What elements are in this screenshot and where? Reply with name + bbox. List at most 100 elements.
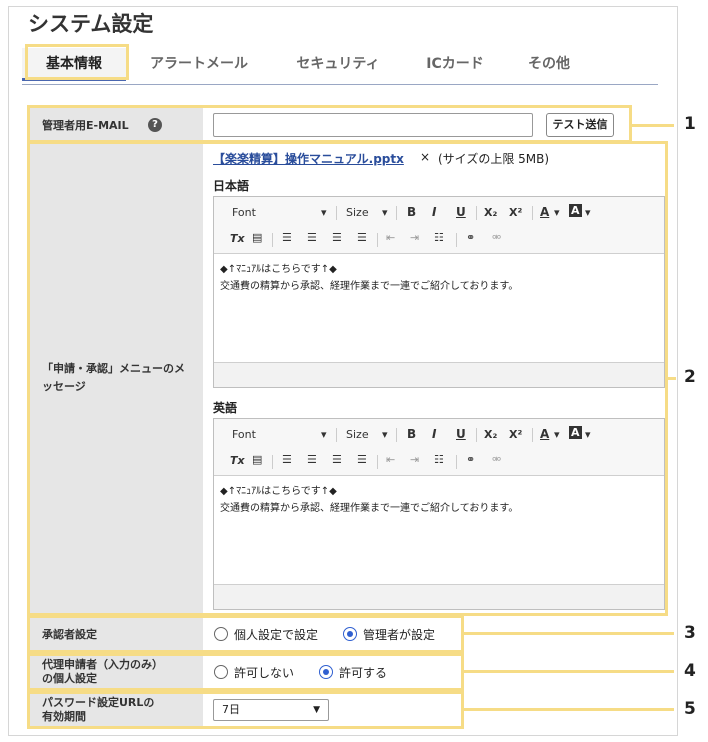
rich-text-editor-ja[interactable]: Font ▾ Size ▾ B I U X₂ X² A ▾ A ▾ Tx ▤ ☰…: [213, 196, 665, 388]
callout-leader-2: [668, 377, 676, 380]
callout-leader-1: [632, 124, 674, 127]
text-color-button[interactable]: A: [540, 427, 549, 441]
approver-option-admin-label[interactable]: 管理者が設定: [363, 626, 435, 643]
editor-heading-ja: 日本語: [213, 179, 250, 193]
toolbar-divider: [532, 206, 533, 220]
underline-button[interactable]: U: [456, 427, 466, 441]
toolbar-divider: [272, 455, 273, 469]
admin-email-input[interactable]: [213, 113, 533, 137]
help-icon[interactable]: ?: [148, 118, 162, 132]
bullet-list-icon[interactable]: ☷: [434, 453, 444, 466]
text-color-chevron-icon[interactable]: ▾: [554, 428, 560, 441]
proxy-label: 代理申請者（入力のみ）の個人設定: [30, 655, 203, 689]
editor-content-ja[interactable]: ◆↑ﾏﾆｭｱﾙはこちらです↑◆ 交通費の精算から承認、経理作業まで一連でご紹介し…: [220, 261, 518, 295]
link-icon[interactable]: ⚭: [466, 453, 475, 466]
font-select-chevron-icon[interactable]: ▾: [321, 428, 327, 441]
superscript-button[interactable]: X²: [509, 206, 522, 219]
align-right-icon[interactable]: ☰: [332, 453, 342, 466]
proxy-deny-label[interactable]: 許可しない: [234, 664, 294, 681]
text-color-button[interactable]: A: [540, 205, 549, 219]
tab-other[interactable]: その他: [514, 48, 584, 80]
attachment-remove-icon[interactable]: ×: [420, 150, 430, 164]
bg-color-chevron-icon[interactable]: ▾: [585, 428, 591, 441]
toolbar-divider: [456, 233, 457, 247]
email-label-text: 管理者用E-MAIL: [42, 119, 129, 132]
toolbar-divider: [272, 233, 273, 247]
align-justify-icon[interactable]: ☰: [357, 453, 367, 466]
editor-toolbar: Font ▾ Size ▾ B I U X₂ X² A ▾ A ▾ Tx ▤ ☰…: [214, 197, 664, 254]
align-right-icon[interactable]: ☰: [332, 231, 342, 244]
size-select-chevron-icon[interactable]: ▾: [382, 206, 388, 219]
size-select-chevron-icon[interactable]: ▾: [382, 428, 388, 441]
callout-number-4: 4: [684, 661, 696, 681]
bold-button[interactable]: B: [407, 205, 416, 219]
align-justify-icon[interactable]: ☰: [357, 231, 367, 244]
italic-button[interactable]: I: [432, 427, 436, 441]
bold-button[interactable]: B: [407, 427, 416, 441]
superscript-button[interactable]: X²: [509, 428, 522, 441]
proxy-allow-radio[interactable]: [319, 665, 333, 679]
size-select[interactable]: Size: [346, 206, 369, 219]
toolbar-divider: [396, 428, 397, 442]
message-label: 「申請・承認」メニューのメッセージ: [30, 143, 203, 613]
tab-alert-mail[interactable]: アラートメール: [134, 48, 264, 80]
source-icon[interactable]: ▤: [252, 453, 262, 466]
editor-toolbar: Font ▾ Size ▾ B I U X₂ X² A ▾ A ▾ Tx ▤ ☰…: [214, 419, 664, 476]
editor-footer: [214, 584, 664, 609]
approver-option-personal-radio[interactable]: [214, 627, 228, 641]
approver-option-admin-radio[interactable]: [343, 627, 357, 641]
indent-icon[interactable]: ⇥: [410, 231, 419, 244]
unlink-icon[interactable]: ⚮: [492, 453, 501, 466]
subscript-button[interactable]: X₂: [484, 206, 497, 219]
bullet-list-icon[interactable]: ☷: [434, 231, 444, 244]
font-select-chevron-icon[interactable]: ▾: [321, 206, 327, 219]
align-left-icon[interactable]: ☰: [282, 231, 292, 244]
tab-basic-info[interactable]: 基本情報: [22, 48, 126, 81]
italic-button[interactable]: I: [432, 205, 436, 219]
callout-number-1: 1: [684, 114, 696, 134]
proxy-deny-radio[interactable]: [214, 665, 228, 679]
outdent-icon[interactable]: ⇤: [386, 231, 395, 244]
callout-leader-5: [464, 708, 674, 711]
callout-number-2: 2: [684, 367, 696, 387]
test-send-button[interactable]: テスト送信: [546, 113, 614, 137]
clear-format-button[interactable]: Tx: [230, 454, 245, 467]
font-select[interactable]: Font: [232, 206, 256, 219]
editor-footer: [214, 362, 664, 387]
approver-label-text: 承認者設定: [42, 628, 97, 641]
align-center-icon[interactable]: ☰: [307, 231, 317, 244]
password-url-label-text: パスワード設定URLの有効期間: [42, 696, 155, 723]
approver-option-personal-label[interactable]: 個人設定で設定: [234, 626, 318, 643]
password-url-period-select[interactable]: 7日 ▼: [213, 699, 329, 721]
attachment-link[interactable]: 【楽楽精算】操作マニュアル.pptx: [213, 150, 404, 167]
password-url-period-value: 7日: [222, 703, 240, 716]
subscript-button[interactable]: X₂: [484, 428, 497, 441]
text-color-chevron-icon[interactable]: ▾: [554, 206, 560, 219]
indent-icon[interactable]: ⇥: [410, 453, 419, 466]
toolbar-divider: [532, 428, 533, 442]
proxy-allow-label[interactable]: 許可する: [339, 664, 387, 681]
toolbar-divider: [476, 428, 477, 442]
proxy-label-text: 代理申請者（入力のみ）の個人設定: [42, 658, 163, 685]
bg-color-button[interactable]: A: [569, 426, 582, 439]
editor-content-en[interactable]: ◆↑ﾏﾆｭｱﾙはこちらです↑◆ 交通費の精算から承認、経理作業まで一連でご紹介し…: [220, 483, 518, 517]
toolbar-divider: [396, 206, 397, 220]
toolbar-divider: [336, 206, 337, 220]
link-icon[interactable]: ⚭: [466, 231, 475, 244]
outdent-icon[interactable]: ⇤: [386, 453, 395, 466]
source-icon[interactable]: ▤: [252, 231, 262, 244]
align-center-icon[interactable]: ☰: [307, 453, 317, 466]
bg-color-chevron-icon[interactable]: ▾: [585, 206, 591, 219]
tab-security[interactable]: セキュリティ: [280, 48, 396, 80]
underline-button[interactable]: U: [456, 205, 466, 219]
editor-line: ◆↑ﾏﾆｭｱﾙはこちらです↑◆: [220, 264, 337, 275]
tab-ic-card[interactable]: ICカード: [410, 48, 500, 80]
clear-format-button[interactable]: Tx: [230, 232, 245, 245]
bg-color-button[interactable]: A: [569, 204, 582, 217]
rich-text-editor-en[interactable]: Font ▾ Size ▾ B I U X₂ X² A ▾ A ▾ Tx ▤ ☰…: [213, 418, 665, 610]
font-select[interactable]: Font: [232, 428, 256, 441]
unlink-icon[interactable]: ⚮: [492, 231, 501, 244]
size-select[interactable]: Size: [346, 428, 369, 441]
align-left-icon[interactable]: ☰: [282, 453, 292, 466]
chevron-down-icon: ▼: [313, 705, 320, 715]
